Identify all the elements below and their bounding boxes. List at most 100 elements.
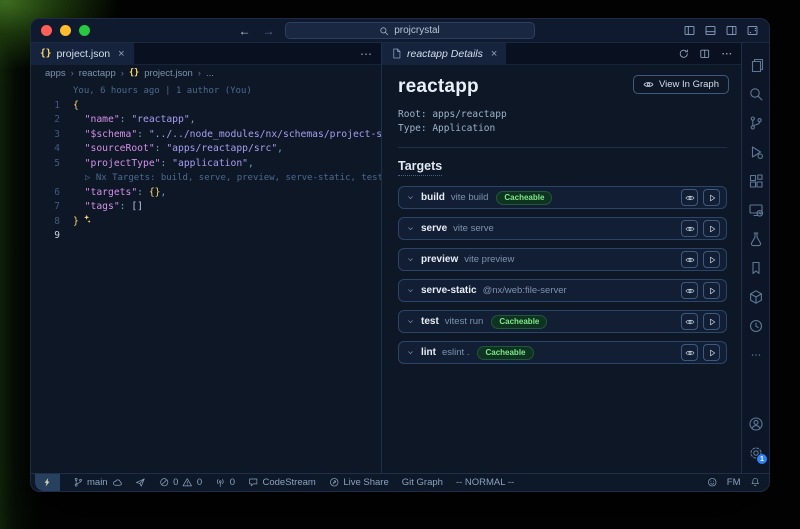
bell-icon: [750, 477, 761, 488]
code-text: "targets": {},: [73, 186, 166, 201]
status-broadcast[interactable]: 0: [215, 474, 235, 491]
history-navigation: ← →: [239, 24, 275, 38]
status-git-graph[interactable]: Git Graph: [402, 474, 443, 491]
smiley-icon: [707, 477, 718, 488]
go-back-button[interactable]: ←: [239, 24, 251, 38]
show-target-config-button[interactable]: [681, 251, 698, 268]
status-label: 0: [173, 477, 178, 488]
play-icon: [707, 224, 717, 234]
status-notifications[interactable]: [750, 474, 761, 491]
show-target-config-button[interactable]: [681, 344, 698, 361]
status-problems[interactable]: 00: [159, 474, 203, 491]
code-editor[interactable]: You, 6 hours ago | 1 author (You)1{2 "na…: [31, 81, 381, 473]
target-row-lint[interactable]: lint eslint . Cacheable: [398, 341, 727, 364]
customize-layout-icon[interactable]: [746, 24, 759, 37]
status-copilot[interactable]: [135, 474, 146, 491]
json-icon: {}: [129, 68, 139, 78]
breadcrumb-item[interactable]: project.json: [144, 68, 193, 79]
close-tab-icon[interactable]: ×: [491, 48, 497, 60]
go-forward-button[interactable]: →: [263, 24, 275, 38]
settings-icon[interactable]: 1: [742, 438, 769, 467]
play-icon: [707, 286, 717, 296]
target-row-serve-static[interactable]: serve-static@nx/web:file-server: [398, 279, 727, 302]
code-text: "tags": []: [73, 200, 143, 215]
close-window-button[interactable]: [41, 25, 52, 36]
toggle-panel-icon[interactable]: [704, 24, 717, 37]
more-icon[interactable]: [742, 340, 769, 369]
eye-icon: [685, 224, 695, 234]
gitlens-blame: You, 6 hours ago | 1 author (You): [73, 84, 252, 99]
status-fm[interactable]: FM: [727, 474, 741, 491]
run-target-button[interactable]: [703, 313, 720, 330]
status-label: CodeStream: [262, 477, 315, 488]
run-target-button[interactable]: [703, 220, 720, 237]
remote-explorer-icon[interactable]: [742, 195, 769, 224]
eye-icon: [643, 79, 654, 90]
search-icon[interactable]: [742, 79, 769, 108]
show-target-config-button[interactable]: [681, 282, 698, 299]
breadcrumb-item[interactable]: reactapp: [79, 68, 116, 79]
testing-icon[interactable]: [742, 224, 769, 253]
breadcrumb: apps›reactapp›{}project.json›...: [31, 65, 381, 81]
run-target-button[interactable]: [703, 344, 720, 361]
warning-icon: [182, 477, 193, 488]
more-tabs-icon[interactable]: ⋯: [351, 43, 381, 64]
target-row-serve[interactable]: servevite serve: [398, 217, 727, 240]
line-number: 2: [31, 113, 73, 128]
account-icon[interactable]: [742, 409, 769, 438]
expand-target-icon[interactable]: [406, 317, 415, 326]
code-line: 2 "name": "reactapp",: [31, 113, 381, 128]
toggle-secondary-sidebar-icon[interactable]: [725, 24, 738, 37]
bookmarks-icon[interactable]: [742, 253, 769, 282]
cacheable-badge: Cacheable: [477, 346, 533, 360]
status-vim-mode[interactable]: -- NORMAL --: [456, 474, 514, 491]
status-live-share[interactable]: Live Share: [329, 474, 389, 491]
run-target-button[interactable]: [703, 189, 720, 206]
expand-target-icon[interactable]: [406, 224, 415, 233]
tab-label: reactapp Details: [407, 48, 483, 60]
run-target-button[interactable]: [703, 251, 720, 268]
target-row-build[interactable]: buildvite buildCacheable: [398, 186, 727, 209]
history-icon[interactable]: [742, 311, 769, 340]
toggle-primary-sidebar-icon[interactable]: [683, 24, 696, 37]
split-editor-icon[interactable]: [699, 48, 711, 60]
breadcrumb-item[interactable]: apps: [45, 68, 66, 79]
status-codestream[interactable]: CodeStream: [248, 474, 316, 491]
expand-target-icon[interactable]: [406, 193, 415, 202]
layout-controls: [683, 24, 759, 37]
minimize-window-button[interactable]: [60, 25, 71, 36]
extensions-icon[interactable]: [742, 166, 769, 195]
close-tab-icon[interactable]: ×: [118, 48, 124, 60]
show-target-config-button[interactable]: [681, 220, 698, 237]
line-number: 5: [31, 157, 73, 172]
comment-icon: [248, 477, 259, 488]
status-git-branch[interactable]: main: [73, 474, 123, 491]
command-center-search[interactable]: projcrystal: [285, 22, 535, 39]
editor-actions: [669, 43, 742, 64]
expand-target-icon[interactable]: [406, 348, 415, 357]
expand-target-icon[interactable]: [406, 286, 415, 295]
status-remote-indicator[interactable]: [35, 474, 60, 491]
target-row-preview[interactable]: previewvite preview: [398, 248, 727, 271]
breadcrumb-item[interactable]: ...: [206, 68, 214, 79]
code-text: "sourceRoot": "apps/reactapp/src",: [73, 142, 283, 157]
target-command: eslint .: [442, 347, 469, 358]
source-control-icon[interactable]: [742, 108, 769, 137]
show-target-config-button[interactable]: [681, 313, 698, 330]
run-debug-icon[interactable]: [742, 137, 769, 166]
refresh-icon[interactable]: [678, 48, 690, 60]
target-row-test[interactable]: testvitest runCacheable: [398, 310, 727, 333]
expand-target-icon[interactable]: [406, 255, 415, 264]
tab-project-json[interactable]: {} project.json ×: [31, 43, 135, 64]
target-command: @nx/web:file-server: [483, 285, 567, 296]
tab-reactapp-details[interactable]: reactapp Details ×: [382, 43, 507, 64]
nx-console-icon[interactable]: [742, 282, 769, 311]
more-actions-icon[interactable]: [721, 48, 733, 60]
target-name: lint: [421, 347, 436, 358]
status-feedback[interactable]: [707, 474, 718, 491]
zoom-window-button[interactable]: [79, 25, 90, 36]
view-in-graph-button[interactable]: View In Graph: [633, 75, 729, 94]
explorer-icon[interactable]: [742, 50, 769, 79]
run-target-button[interactable]: [703, 282, 720, 299]
show-target-config-button[interactable]: [681, 189, 698, 206]
